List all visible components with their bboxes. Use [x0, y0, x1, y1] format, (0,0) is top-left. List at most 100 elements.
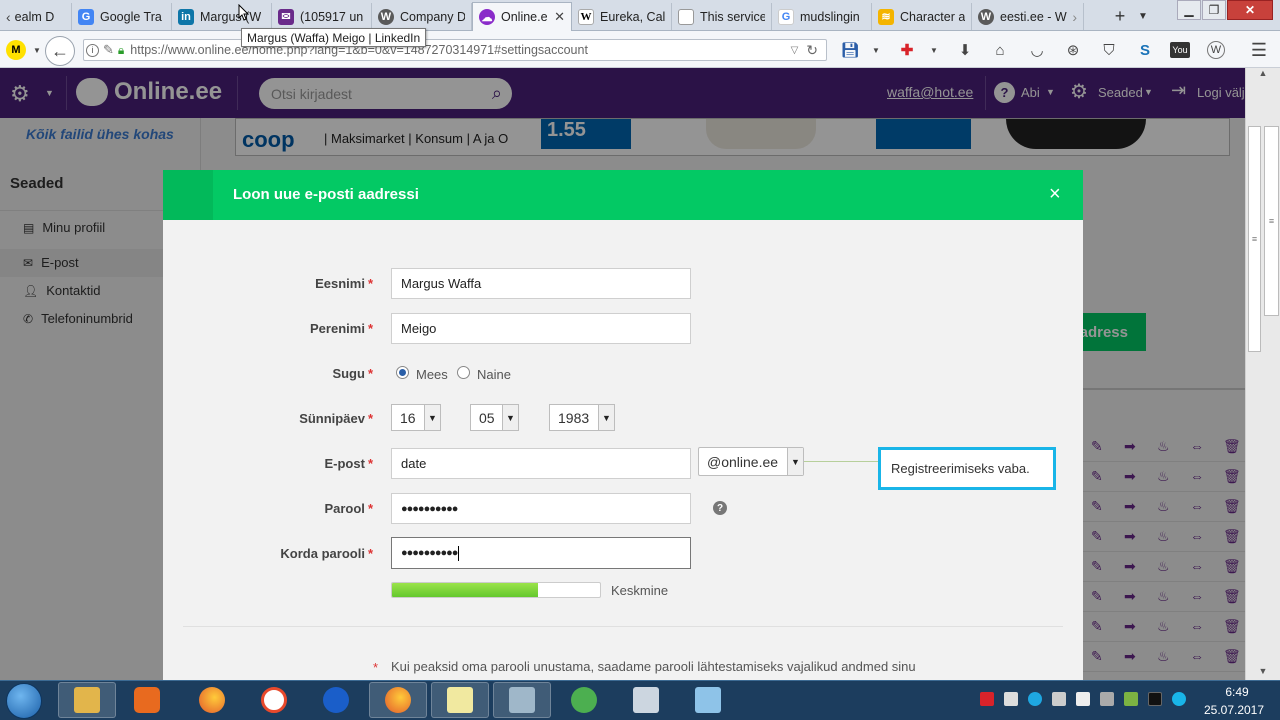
skype-icon[interactable]: S — [1135, 40, 1155, 60]
gender-male-label[interactable]: Mees — [416, 367, 448, 382]
repeat-password-input[interactable]: ●●●●●●●●●● — [391, 537, 691, 569]
clock-time[interactable]: 6:49 — [1208, 685, 1266, 699]
dialog-header: Loon uue e-posti aadressi × — [163, 170, 1083, 220]
tab-7[interactable]: W Eureka, Cal — [572, 3, 672, 30]
tray-app-icon[interactable] — [1124, 692, 1138, 706]
notepad-icon — [447, 687, 473, 713]
tab-4[interactable]: ✉ (105917 un — [272, 3, 372, 30]
tray-flag-icon[interactable] — [980, 692, 994, 706]
tray-e-icon[interactable] — [1172, 692, 1186, 706]
taskbar-app-feather[interactable] — [307, 682, 365, 718]
youtube-icon[interactable]: You — [1170, 42, 1190, 58]
minimize-window-icon[interactable]: ▁ — [1177, 0, 1201, 20]
tray-skype-icon[interactable] — [1028, 692, 1042, 706]
last-name-input[interactable]: Meigo — [391, 313, 691, 344]
tab-3[interactable]: in Margus (W — [172, 3, 272, 30]
clock-date[interactable]: 25.07.2017 — [1202, 703, 1266, 717]
birth-month-select[interactable]: 05 ▼ — [470, 404, 519, 431]
url-bar[interactable]: i ✎ 🔒︎ https://www.online.ee/home.php?la… — [83, 39, 827, 61]
modal-scrollbar-thumb[interactable]: ≡ — [1264, 126, 1279, 316]
email-domain-select[interactable]: @online.ee ▼ — [698, 447, 804, 476]
scroll-down-icon[interactable]: ▼ — [1246, 666, 1280, 680]
first-name-input[interactable]: Margus Waffa — [391, 268, 691, 299]
chevron-down-icon[interactable]: ▼ — [598, 405, 614, 430]
birth-day-select[interactable]: 16 ▼ — [391, 404, 441, 431]
tab-5[interactable]: W Company D — [372, 3, 472, 30]
shield-icon[interactable]: ⛉ — [1099, 40, 1119, 60]
calculator-icon — [633, 687, 659, 713]
start-button-icon[interactable] — [6, 683, 42, 719]
close-window-icon[interactable]: ✕ — [1227, 0, 1273, 20]
password-input[interactable]: ●●●●●●●●●● — [391, 493, 691, 524]
password-help-icon[interactable]: ? — [713, 501, 727, 515]
restore-window-icon[interactable]: ❐ — [1202, 0, 1226, 20]
save-icon[interactable]: 💾︎ — [840, 40, 860, 60]
chevron-down-icon[interactable]: ▼ — [787, 448, 803, 475]
taskbar-app-a[interactable] — [245, 682, 303, 718]
scrollbar-thumb[interactable]: ≡ — [1248, 126, 1261, 352]
tray-volume-icon[interactable] — [1076, 692, 1090, 706]
taskbar-firefox-active[interactable] — [369, 682, 427, 718]
save-dropdown-icon[interactable]: ▼ — [866, 40, 886, 60]
home-icon[interactable]: ⌂ — [990, 40, 1010, 60]
taskbar-firefox[interactable] — [183, 682, 241, 718]
download-icon[interactable]: ⬇ — [955, 40, 975, 60]
chevron-down-icon[interactable]: ▼ — [502, 405, 518, 430]
folder-icon — [74, 687, 100, 713]
taskbar-app-globe[interactable] — [555, 682, 613, 718]
first-aid-dropdown-icon[interactable]: ▼ — [924, 40, 944, 60]
padlock-icon[interactable]: 🔒︎ — [118, 43, 124, 58]
taskbar-media-player[interactable] — [118, 682, 176, 718]
gender-male-radio[interactable] — [396, 366, 409, 379]
close-dialog-icon[interactable]: × — [1049, 183, 1061, 206]
tracking-icon[interactable]: ✎ — [103, 42, 114, 58]
birth-year-select[interactable]: 1983 ▼ — [549, 404, 615, 431]
mouse-cursor-icon — [238, 3, 250, 21]
tab-2[interactable]: G Google Tra — [72, 3, 172, 30]
url-history-dropdown-icon[interactable]: ▽ — [791, 45, 799, 56]
tray-clipboard-icon[interactable] — [1004, 692, 1018, 706]
tray-language-icon[interactable] — [1148, 692, 1162, 706]
tray-device-icon[interactable] — [1100, 692, 1114, 706]
tab-list-dropdown-icon[interactable]: ▼ — [1133, 6, 1153, 26]
tab-tooltip: Margus (Waffa) Meigo | LinkedIn — [241, 28, 427, 47]
first-aid-icon[interactable]: ✚ — [897, 40, 917, 60]
tab-9[interactable]: G mudslingin — [772, 3, 872, 30]
email-username-input[interactable]: date — [391, 448, 691, 479]
taskbar-calculator[interactable] — [617, 682, 675, 718]
scroll-tabs-right-icon[interactable]: › — [1072, 9, 1077, 25]
gender-female-radio[interactable] — [457, 366, 470, 379]
new-tab-plus-icon[interactable]: + — [1110, 6, 1130, 26]
taskbar-explorer[interactable] — [58, 682, 116, 718]
chevron-down-icon[interactable]: ▼ — [424, 405, 440, 430]
taskbar-app-screen[interactable] — [493, 682, 551, 718]
screen-icon — [509, 687, 535, 713]
reload-icon[interactable]: ↻ — [806, 42, 818, 59]
back-button-icon[interactable]: ← — [45, 36, 75, 66]
pocket-icon[interactable]: ◡ — [1027, 40, 1047, 60]
character-icon: ≋ — [878, 8, 894, 25]
extension-w-icon[interactable]: W — [1207, 41, 1225, 59]
scroll-tabs-left-icon[interactable]: ‹ — [6, 9, 11, 25]
footnote-star: * — [373, 660, 379, 675]
tab-10[interactable]: ≋ Character a — [872, 3, 972, 30]
taskbar-app-window[interactable] — [679, 682, 737, 718]
tab-label: Eureka, Cal — [600, 9, 665, 24]
scroll-up-icon[interactable]: ▲ — [1246, 68, 1280, 82]
tab-6-active[interactable]: ☁ Online.e ✕ — [472, 2, 572, 31]
close-tab-icon[interactable]: ✕ — [550, 9, 565, 25]
addon-m-icon[interactable]: M — [6, 40, 26, 60]
tab-11[interactable]: W eesti.ee - W › — [972, 3, 1084, 30]
sync-icon[interactable]: ⊛ — [1063, 40, 1083, 60]
browser-tab-strip: ‹ ealm D G Google Tra in Margus (W ✉ (10… — [0, 0, 1280, 31]
gender-female-label[interactable]: Naine — [477, 367, 511, 382]
tab-8[interactable]: This service — [672, 3, 772, 30]
info-icon[interactable]: i — [86, 43, 99, 57]
hamburger-menu-icon[interactable]: ☰ — [1249, 40, 1269, 60]
create-email-dialog: Loon uue e-posti aadressi × Eesnimi * Mar… — [163, 170, 1083, 680]
taskbar-notepad[interactable] — [431, 682, 489, 718]
page-scrollbar[interactable]: ▲ ≡ ≡ ▼ — [1245, 68, 1280, 680]
tab-1[interactable]: ‹ ealm D — [0, 3, 72, 30]
addon-dropdown-icon[interactable]: ▼ — [27, 40, 47, 60]
tray-network-icon[interactable] — [1052, 692, 1066, 706]
